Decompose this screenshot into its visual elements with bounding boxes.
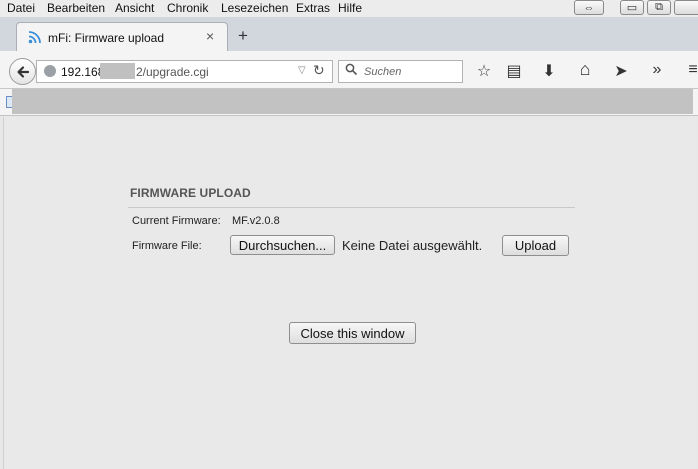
menu-chronik[interactable]: Chronik xyxy=(167,1,208,15)
resize-button[interactable]: ⇔ xyxy=(574,0,604,15)
search-icon xyxy=(345,63,358,76)
send-icon[interactable]: ➤ xyxy=(610,61,632,81)
browse-button[interactable]: Durchsuchen... xyxy=(230,235,335,255)
menu-datei[interactable]: Datei xyxy=(7,1,35,15)
bookmarks-redaction xyxy=(12,89,693,114)
menu-extras[interactable]: Extras xyxy=(296,1,330,15)
search-placeholder: Suchen xyxy=(364,66,402,78)
menu-ansicht[interactable]: Ansicht xyxy=(115,1,154,15)
restore-icon: ⧉ xyxy=(655,1,663,13)
url-redaction xyxy=(100,63,135,79)
download-icon[interactable]: ⬇ xyxy=(538,61,560,81)
minimize-icon: ▭ xyxy=(626,2,638,14)
rss-icon xyxy=(28,31,41,44)
firmware-file-label: Firmware File: xyxy=(132,240,202,252)
dropdown-arrow-icon[interactable]: ▽ xyxy=(298,65,306,76)
current-firmware-value: MF.v2.0.8 xyxy=(232,215,280,227)
url-path: 2/upgrade.cgi xyxy=(136,65,209,79)
url-host: 192.168 xyxy=(61,65,105,79)
upload-button[interactable]: Upload xyxy=(502,235,569,256)
minimize-button[interactable]: ▭ xyxy=(620,0,644,15)
globe-icon xyxy=(44,65,56,77)
new-tab-icon[interactable]: + xyxy=(238,26,248,46)
restore-button[interactable]: ⧉ xyxy=(647,0,671,15)
menu-icon[interactable]: ≡ xyxy=(682,61,698,79)
back-arrow-icon xyxy=(16,65,29,78)
page-content xyxy=(3,117,697,469)
page-title: FIRMWARE UPLOAD xyxy=(130,186,251,200)
title-divider xyxy=(128,207,575,208)
current-firmware-label: Current Firmware: xyxy=(132,215,221,227)
overflow-icon[interactable]: » xyxy=(646,61,668,79)
resize-icon: ⇔ xyxy=(583,1,595,14)
star-icon[interactable]: ☆ xyxy=(473,61,495,81)
menu-hilfe[interactable]: Hilfe xyxy=(338,1,362,15)
menu-bearbeiten[interactable]: Bearbeiten xyxy=(47,1,105,15)
close-window-link-button[interactable]: Close this window xyxy=(289,322,416,344)
back-button[interactable] xyxy=(9,58,36,85)
home-icon[interactable]: ⌂ xyxy=(574,59,596,80)
tab-close-icon[interactable]: × xyxy=(206,28,214,44)
menu-lesezeichen[interactable]: Lesezeichen xyxy=(221,1,288,15)
tab-title: mFi: Firmware upload xyxy=(48,31,165,45)
reading-list-icon[interactable]: ▤ xyxy=(503,61,525,81)
close-window-button[interactable] xyxy=(674,0,698,15)
no-file-text: Keine Datei ausgewählt. xyxy=(342,238,483,253)
reload-icon[interactable]: ↻ xyxy=(313,62,325,79)
